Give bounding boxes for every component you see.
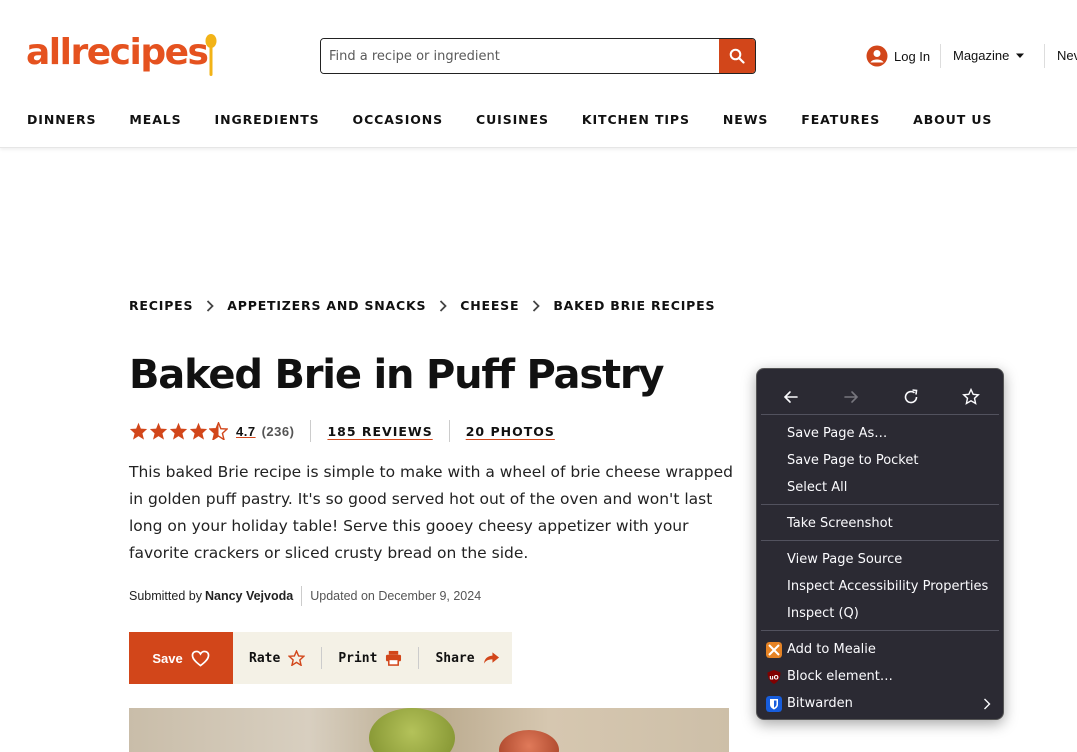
updated-date: Updated on December 9, 2024 xyxy=(310,589,482,603)
search-icon xyxy=(729,48,745,64)
reload-icon[interactable] xyxy=(901,387,921,407)
breadcrumb-appetizers[interactable]: APPETIZERS AND SNACKS xyxy=(227,298,426,313)
recipe-description: This baked Brie recipe is simple to make… xyxy=(129,463,733,562)
header-divider xyxy=(940,44,941,68)
chevron-right-icon xyxy=(533,299,541,312)
share-button[interactable]: Share xyxy=(435,651,499,666)
menu-save-page-as[interactable]: Save Page As… xyxy=(787,424,887,444)
header-divider xyxy=(1044,44,1045,68)
rating-value[interactable]: 4.7 xyxy=(236,424,256,439)
newsletter-link[interactable]: Nev xyxy=(1057,48,1077,63)
caret-down-icon xyxy=(1016,53,1025,58)
main-nav: DINNERS MEALS INGREDIENTS OCCASIONS CUIS… xyxy=(27,112,1025,127)
login-link[interactable]: Log In xyxy=(866,44,930,68)
menu-separator xyxy=(761,630,999,631)
printer-icon xyxy=(386,650,402,666)
logo-text: allrecipes xyxy=(26,32,209,73)
breadcrumb-baked-brie[interactable]: BAKED BRIE RECIPES xyxy=(553,298,715,313)
menu-select-all[interactable]: Select All xyxy=(787,478,847,498)
chevron-right-icon xyxy=(440,299,448,312)
print-button[interactable]: Print xyxy=(338,650,402,666)
heart-icon xyxy=(191,650,210,667)
submitted-prefix: Submitted by xyxy=(129,589,202,603)
star-full-icon xyxy=(169,422,188,440)
star-full-icon xyxy=(129,422,148,440)
save-label: Save xyxy=(152,650,183,666)
star-half-icon xyxy=(209,422,228,440)
search-input[interactable] xyxy=(321,39,719,73)
rate-button[interactable]: Rate xyxy=(249,650,306,666)
rating-divider xyxy=(448,420,450,442)
breadcrumb: RECIPES APPETIZERS AND SNACKS CHEESE BAK… xyxy=(129,298,715,313)
submenu-chevron-icon xyxy=(984,698,991,710)
menu-separator xyxy=(761,540,999,541)
star-rating[interactable] xyxy=(129,422,228,440)
menu-inspect-accessibility[interactable]: Inspect Accessibility Properties xyxy=(787,577,988,597)
author-link[interactable]: Nancy Vejvoda xyxy=(205,589,293,603)
menu-separator xyxy=(761,504,999,505)
bitwarden-icon xyxy=(766,696,782,712)
allrecipes-logo[interactable]: allrecipes xyxy=(26,32,217,76)
mealie-icon xyxy=(766,642,782,658)
rating-divider xyxy=(310,420,312,442)
nav-meals[interactable]: MEALS xyxy=(129,112,181,127)
nav-occasions[interactable]: OCCASIONS xyxy=(353,112,444,127)
print-label: Print xyxy=(338,650,378,666)
rating-count: (236) xyxy=(261,423,295,439)
byline-divider xyxy=(301,586,303,606)
site-header: allrecipes Log In Magazine Nev DINNERS M… xyxy=(0,0,1077,148)
chevron-right-icon xyxy=(207,299,215,312)
star-full-icon xyxy=(149,422,168,440)
recipe-hero-image xyxy=(129,708,729,752)
nav-about-us[interactable]: ABOUT US xyxy=(913,112,992,127)
share-arrow-icon xyxy=(483,652,499,664)
menu-separator xyxy=(761,414,999,415)
ublock-icon: uO xyxy=(767,670,781,684)
menu-bitwarden[interactable]: Bitwarden xyxy=(787,694,853,714)
nav-kitchen-tips[interactable]: KITCHEN TIPS xyxy=(582,112,690,127)
nav-dinners[interactable]: DINNERS xyxy=(27,112,96,127)
rate-label: Rate xyxy=(249,650,281,666)
browser-context-menu: Save Page As… Save Page to Pocket Select… xyxy=(756,368,1004,720)
star-outline-icon xyxy=(288,650,306,666)
menu-save-to-pocket[interactable]: Save Page to Pocket xyxy=(787,451,918,471)
nav-ingredients[interactable]: INGREDIENTS xyxy=(215,112,320,127)
search-button[interactable] xyxy=(719,39,755,73)
reviews-link[interactable]: 185 REVIEWS xyxy=(327,424,432,439)
action-divider xyxy=(321,647,323,669)
photos-link[interactable]: 20 PHOTOS xyxy=(466,424,555,439)
menu-inspect[interactable]: Inspect (Q) xyxy=(787,604,859,624)
menu-add-to-mealie[interactable]: Add to Mealie xyxy=(787,640,876,660)
login-label: Log In xyxy=(894,48,931,64)
magazine-label: Magazine xyxy=(953,48,1010,63)
forward-arrow-icon[interactable] xyxy=(841,387,861,407)
cranberry-shape xyxy=(499,730,559,752)
spoon-icon xyxy=(205,34,217,76)
breadcrumb-recipes[interactable]: RECIPES xyxy=(129,298,193,313)
menu-block-element[interactable]: Block element… xyxy=(787,667,893,687)
user-icon xyxy=(866,45,888,67)
rating-row: 4.7 (236) 185 REVIEWS 20 PHOTOS xyxy=(129,420,555,442)
action-bar: Save Rate Print Share xyxy=(129,632,512,684)
action-divider xyxy=(418,647,420,669)
context-nav-row xyxy=(757,377,1003,415)
star-full-icon xyxy=(189,422,208,440)
recipe-title: Baked Brie in Puff Pastry xyxy=(129,352,664,398)
nav-news[interactable]: NEWS xyxy=(723,112,768,127)
svg-text:uO: uO xyxy=(769,675,778,682)
breadcrumb-cheese[interactable]: CHEESE xyxy=(460,298,519,313)
search-bar xyxy=(320,38,756,74)
nav-cuisines[interactable]: CUISINES xyxy=(476,112,549,127)
back-arrow-icon[interactable] xyxy=(781,387,801,407)
magazine-dropdown[interactable]: Magazine xyxy=(953,48,1025,63)
share-label: Share xyxy=(435,650,475,666)
nav-features[interactable]: FEATURES xyxy=(801,112,880,127)
save-button[interactable]: Save xyxy=(129,632,233,684)
apple-shape xyxy=(369,708,455,752)
bookmark-star-icon[interactable] xyxy=(961,387,981,407)
menu-take-screenshot[interactable]: Take Screenshot xyxy=(787,514,893,534)
menu-view-source[interactable]: View Page Source xyxy=(787,550,902,570)
byline: Submitted by Nancy Vejvoda Updated on De… xyxy=(129,586,481,606)
